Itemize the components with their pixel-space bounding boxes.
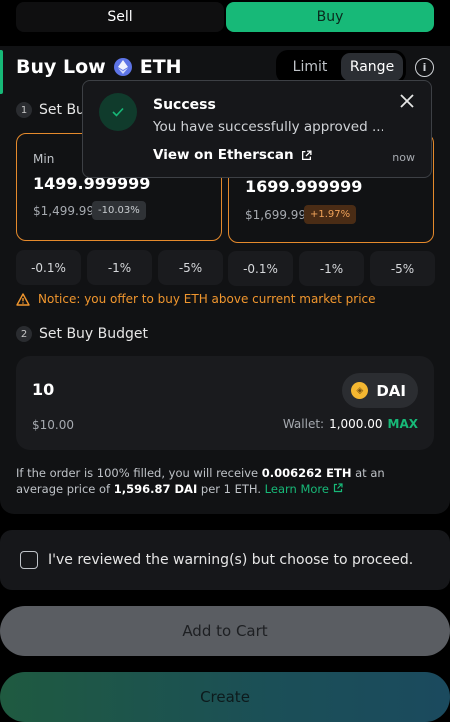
mode-toggle: Limit Range (276, 50, 406, 84)
min-pct-badge: -10.03% (92, 201, 146, 220)
token-select-label: DAI (376, 381, 406, 400)
budget-amount-input[interactable]: 10 (32, 380, 54, 399)
etherscan-link-label: View on Etherscan (153, 147, 294, 163)
summary-receive: 0.006262 ETH (261, 466, 352, 480)
wallet-amount: 1,000.00 (329, 417, 383, 431)
min-adjust-row: -0.1% -1% -5% (16, 250, 223, 285)
external-link-icon (333, 483, 343, 493)
learn-more-label: Learn More (264, 482, 329, 496)
min-adjust-button[interactable]: -0.1% (16, 250, 81, 285)
toast-title: Success (153, 97, 216, 113)
title-token: ETH (139, 56, 182, 78)
max-adjust-button[interactable]: -5% (370, 251, 435, 286)
summary-text: per 1 ETH. (197, 482, 265, 496)
order-side-toggle: Sell Buy (16, 2, 434, 32)
add-to-cart-button[interactable]: Add to Cart (0, 606, 450, 656)
title-text: Buy Low (16, 56, 106, 78)
mode-range-tab[interactable]: Range (341, 53, 403, 81)
external-link-icon (301, 149, 312, 160)
close-icon[interactable] (397, 91, 417, 111)
market-price-notice: Notice: you offer to buy ETH above curre… (16, 292, 376, 306)
max-pct-badge: +1.97% (304, 205, 357, 224)
create-button[interactable]: Create (0, 672, 450, 722)
etherscan-link[interactable]: View on Etherscan (153, 147, 312, 163)
toast-time: now (392, 151, 415, 164)
panel-accent-bar (0, 50, 3, 94)
buy-tab[interactable]: Buy (226, 2, 434, 32)
max-price-input[interactable]: 1699.999999 (245, 177, 362, 196)
min-price-usd: $1,499.99 (33, 204, 95, 218)
step-2-header: 2 Set Buy Budget (16, 326, 148, 342)
token-select[interactable]: ◈ DAI (342, 373, 418, 408)
max-price-usd: $1,699.99 (245, 208, 307, 222)
max-adjust-button[interactable]: -1% (299, 251, 364, 286)
min-adjust-button[interactable]: -5% (158, 250, 223, 285)
max-adjust-button[interactable]: -0.1% (228, 251, 293, 286)
mode-limit-tab[interactable]: Limit (279, 53, 341, 81)
dai-icon: ◈ (351, 382, 369, 399)
sell-tab[interactable]: Sell (16, 2, 224, 32)
warning-icon (16, 292, 30, 306)
step-2-number: 2 (16, 326, 32, 342)
max-button[interactable]: MAX (388, 417, 418, 431)
budget-usd: $10.00 (32, 418, 74, 432)
check-icon (99, 93, 137, 131)
max-adjust-row: -0.1% -1% -5% (228, 251, 435, 286)
review-label: I've reviewed the warning(s) but choose … (48, 552, 414, 568)
summary-avg-price: 1,596.87 DAI (113, 482, 198, 496)
success-toast: Success You have successfully approved .… (82, 80, 432, 178)
wallet-label: Wallet: (282, 417, 325, 431)
review-confirmation[interactable]: I've reviewed the warning(s) but choose … (0, 530, 450, 590)
step-2-label: Set Buy Budget (39, 326, 149, 342)
toast-message: You have successfully approved ... (153, 119, 383, 135)
budget-box: 10 $10.00 ◈ DAI Wallet: 1,000.00 MAX (16, 356, 434, 450)
summary-text: If the order is 100% filled, you will re… (16, 466, 262, 480)
eth-icon (113, 58, 132, 76)
wallet-balance: Wallet: 1,000.00 MAX (283, 417, 418, 431)
learn-more-link[interactable]: Learn More (265, 482, 343, 496)
info-icon[interactable]: i (415, 58, 434, 77)
min-label: Min (33, 152, 55, 166)
page-title: Buy Low ETH (16, 56, 182, 78)
min-adjust-button[interactable]: -1% (87, 250, 152, 285)
review-checkbox[interactable] (20, 551, 38, 569)
notice-text: Notice: you offer to buy ETH above curre… (38, 292, 376, 306)
fill-summary: If the order is 100% filled, you will re… (16, 465, 434, 497)
step-1-number: 1 (16, 102, 32, 118)
